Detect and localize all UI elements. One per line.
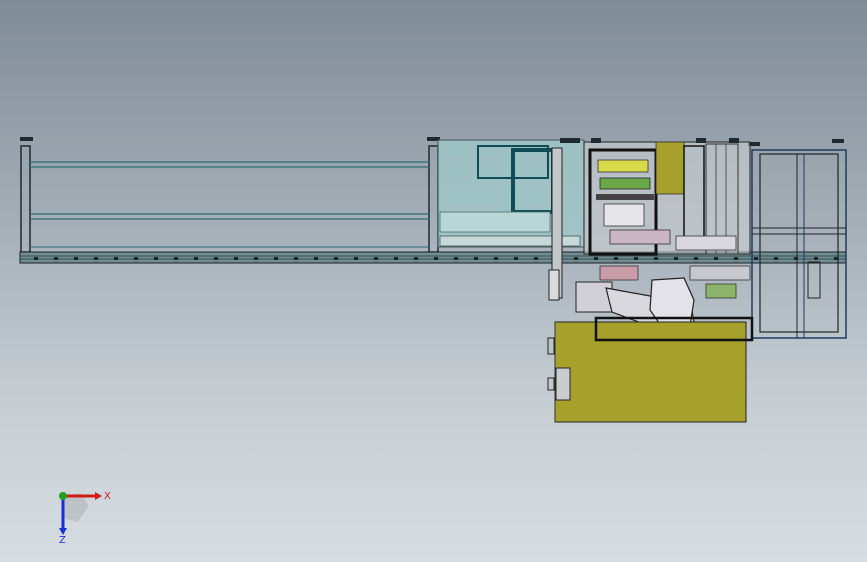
roller-pin [734, 257, 738, 260]
roller-pin [254, 257, 258, 260]
base-cabinet [554, 316, 754, 423]
roller-pin [334, 257, 338, 260]
roller-pin [634, 257, 638, 260]
roller-pin [534, 257, 538, 260]
roller-pin [694, 257, 698, 260]
roller-pin [314, 257, 318, 260]
roller-pin [714, 257, 718, 260]
roller-pin [614, 257, 618, 260]
coordinate-triad: X Z [59, 491, 111, 546]
roller-pin [214, 257, 218, 260]
roller-pin [54, 257, 58, 260]
roller-pin [394, 257, 398, 260]
roller-pin [174, 257, 178, 260]
right-module-frame [748, 139, 847, 339]
z-axis-label: Z [59, 535, 66, 546]
roller-pin [674, 257, 678, 260]
machine-assembly [583, 141, 751, 256]
roller-pin [74, 257, 78, 260]
roller-pin [154, 257, 158, 260]
roller-pin [34, 257, 38, 260]
roller-pin [274, 257, 278, 260]
x-axis-arrowhead [95, 492, 102, 500]
roller-pin [114, 257, 118, 260]
y-axis-indicator [59, 492, 67, 500]
roller-pin [814, 257, 818, 260]
roller-pin [574, 257, 578, 260]
roller-pin [494, 257, 498, 260]
roller-pin [454, 257, 458, 260]
roller-pin [354, 257, 358, 260]
roller-pin [374, 257, 378, 260]
conveyor-frame [20, 137, 440, 253]
roller-pin [594, 257, 598, 260]
roller-pin [234, 257, 238, 260]
roller-pin [514, 257, 518, 260]
cad-viewport[interactable]: X Z [0, 0, 867, 562]
roller-pin [194, 257, 198, 260]
x-axis-label: X [104, 491, 111, 502]
roller-pin [134, 257, 138, 260]
roller-pin [294, 257, 298, 260]
roller-pin [774, 257, 778, 260]
conveyor-rollers [34, 257, 838, 260]
roller-pin [474, 257, 478, 260]
roller-pin [94, 257, 98, 260]
roller-pin [414, 257, 418, 260]
roller-pin [434, 257, 438, 260]
roller-pin [754, 257, 758, 260]
z-axis-arrowhead [59, 528, 67, 535]
roller-pin [654, 257, 658, 260]
robot-arm [575, 265, 751, 331]
